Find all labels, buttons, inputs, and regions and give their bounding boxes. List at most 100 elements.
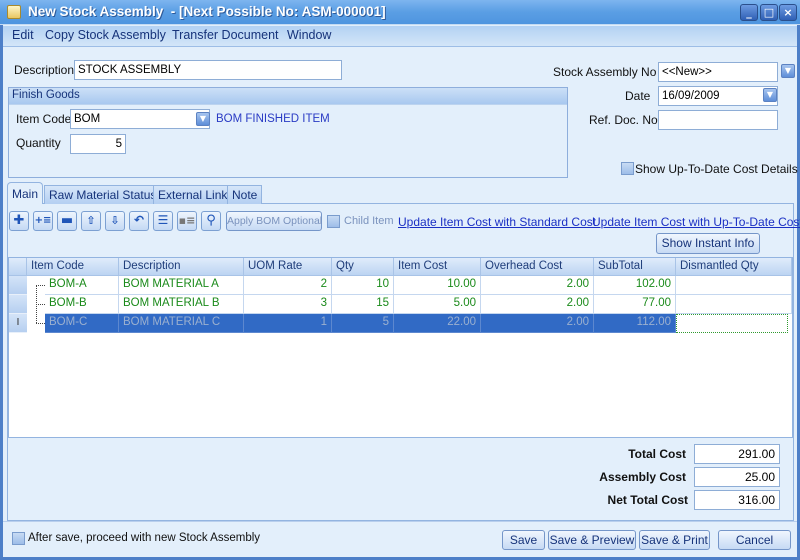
save-preview-button[interactable]: Save & Preview (548, 530, 636, 550)
tab-main[interactable]: Main (7, 182, 44, 204)
minimize-button[interactable]: _ (740, 4, 758, 21)
title-bar: New Stock Assembly - [Next Possible No: … (0, 0, 800, 25)
move-down-button[interactable]: ⇩ (105, 211, 125, 231)
row-selector[interactable] (9, 276, 27, 295)
window-title: New Stock Assembly - [Next Possible No: … (28, 4, 386, 19)
table-row-uom-rate[interactable]: 2 (244, 276, 332, 295)
undo-icon: ↶ (133, 213, 145, 227)
stock-assembly-no-input[interactable]: <<New>> (658, 62, 778, 82)
table-row-overhead-cost[interactable]: 2.00 (481, 276, 594, 295)
proceed-new-label: After save, proceed with new Stock Assem… (28, 532, 261, 544)
net-total-cost-value: 316.00 (694, 490, 780, 510)
menu-copy-stock-assembly[interactable]: Copy Stock Assembly (45, 28, 166, 42)
close-button[interactable]: × (779, 4, 797, 21)
maximize-button[interactable]: □ (760, 4, 778, 21)
column-header-item-cost[interactable]: Item Cost (394, 258, 481, 276)
finish-goods-group: Finish Goods (8, 87, 568, 178)
table-row-item-code[interactable]: BOM-B (45, 295, 119, 314)
apply-bom-optional-button[interactable]: Apply BOM Optional (226, 211, 322, 231)
proceed-new-checkbox[interactable] (12, 532, 25, 545)
ref-doc-no-input[interactable] (658, 110, 778, 130)
total-cost-label: Total Cost (628, 447, 686, 461)
finish-goods-title: Finish Goods (9, 88, 567, 105)
list-button[interactable]: ☰ (153, 211, 173, 231)
add-row-button[interactable]: ✚ (9, 211, 29, 231)
add-icon: ✚ (13, 213, 25, 228)
tab-external-link[interactable]: External Link (153, 185, 233, 204)
table-row-description[interactable]: BOM MATERIAL C (119, 314, 244, 333)
list-icon: ☰ (157, 213, 169, 227)
table-row-qty[interactable]: 15 (332, 295, 394, 314)
column-header-qty[interactable]: Qty (332, 258, 394, 276)
move-up-button[interactable]: ⇧ (81, 211, 101, 231)
table-row-subtotal[interactable]: 112.00 (594, 314, 676, 333)
table-row-qty[interactable]: 5 (332, 314, 394, 333)
table-row-item-cost[interactable]: 22.00 (394, 314, 481, 333)
table-row-item-cost[interactable]: 5.00 (394, 295, 481, 314)
quantity-label: Quantity (16, 136, 61, 150)
search-icon: ⚲ (206, 213, 216, 228)
table-row-dismantled-qty[interactable] (676, 276, 792, 295)
stock-assembly-no-dropdown-icon[interactable]: ▼ (781, 64, 795, 78)
show-cost-details-label: Show Up-To-Date Cost Details (635, 162, 798, 176)
table-row-subtotal[interactable]: 77.00 (594, 295, 676, 314)
search-button[interactable]: ⚲ (201, 211, 221, 231)
description-input[interactable]: STOCK ASSEMBLY (74, 60, 342, 80)
ref-doc-no-label: Ref. Doc. No (589, 113, 658, 127)
table-row-dismantled-qty[interactable] (676, 295, 792, 314)
table-row-subtotal[interactable]: 102.00 (594, 276, 676, 295)
stock-assembly-no-label: Stock Assembly No (553, 65, 657, 79)
update-uptodate-cost-link[interactable]: Update Item Cost with Up-To-Date Cost (592, 215, 800, 229)
table-row-overhead-cost[interactable]: 2.00 (481, 314, 594, 333)
menu-transfer-document[interactable]: Transfer Document (172, 28, 279, 42)
update-standard-cost-link[interactable]: Update Item Cost with Standard Cost (398, 215, 596, 229)
assembly-cost-label: Assembly Cost (599, 470, 686, 484)
delete-row-button[interactable]: ▬ (57, 211, 77, 231)
column-header-subtotal[interactable]: SubTotal (594, 258, 676, 276)
column-header-dismantled-qty[interactable]: Dismantled Qty (676, 258, 792, 276)
table-row-overhead-cost[interactable]: 2.00 (481, 295, 594, 314)
undo-button[interactable]: ↶ (129, 211, 149, 231)
app-icon (7, 5, 21, 19)
assembly-cost-input[interactable]: 25.00 (694, 467, 780, 487)
save-print-button[interactable]: Save & Print (639, 530, 710, 550)
column-header-overhead-cost[interactable]: Overhead Cost (481, 258, 594, 276)
date-input[interactable]: 16/09/2009 (658, 86, 778, 106)
table-row-description[interactable]: BOM MATERIAL B (119, 295, 244, 314)
column-header-item-code[interactable]: Item Code (27, 258, 119, 276)
insert-icon: +≡ (34, 215, 52, 226)
table-row-qty[interactable]: 10 (332, 276, 394, 295)
column-header-uom-rate[interactable]: UOM Rate (244, 258, 332, 276)
row-selector-edit-cursor[interactable]: I (9, 314, 27, 333)
insert-row-button[interactable]: +≡ (33, 211, 53, 231)
table-row-description[interactable]: BOM MATERIAL A (119, 276, 244, 295)
table-row-uom-rate[interactable]: 1 (244, 314, 332, 333)
show-cost-details-checkbox[interactable] (621, 162, 634, 175)
net-total-cost-label: Net Total Cost (607, 493, 688, 507)
description-label: Description (14, 63, 75, 77)
show-instant-info-button[interactable]: Show Instant Info (656, 233, 760, 254)
table-row-item-code[interactable]: BOM-A (45, 276, 119, 295)
tab-raw-material-status[interactable]: Raw Material Status (44, 185, 162, 204)
table-row-item-cost[interactable]: 10.00 (394, 276, 481, 295)
save-button[interactable]: Save (502, 530, 545, 550)
item-code-input[interactable]: BOM (70, 109, 210, 129)
tree-branch (36, 285, 45, 286)
menu-edit[interactable]: Edit (12, 28, 34, 42)
menu-window[interactable]: Window (287, 28, 331, 42)
cancel-button[interactable]: Cancel (718, 530, 791, 550)
column-header-description[interactable]: Description (119, 258, 244, 276)
date-dropdown-icon[interactable]: ▼ (763, 88, 777, 102)
table-row-dismantled-qty[interactable] (676, 314, 788, 333)
raw-material-grid: Item Code Description UOM Rate Qty Item … (8, 257, 793, 438)
child-item-label: Child Item (344, 215, 394, 227)
row-selector[interactable] (9, 295, 27, 314)
tab-note[interactable]: Note (227, 185, 263, 204)
table-row-uom-rate[interactable]: 3 (244, 295, 332, 314)
detail-button[interactable]: ▪≡ (177, 211, 197, 231)
quantity-input[interactable]: 5 (70, 134, 126, 154)
date-label: Date (625, 89, 651, 103)
item-code-dropdown-icon[interactable]: ▼ (196, 112, 210, 126)
child-item-checkbox[interactable] (327, 215, 340, 228)
table-row-item-code[interactable]: BOM-C (45, 314, 119, 333)
